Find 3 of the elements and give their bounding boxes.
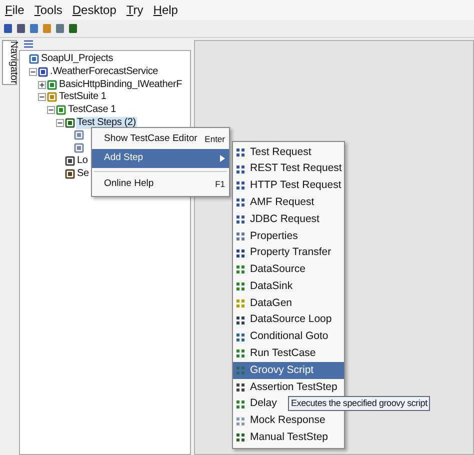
shortcut-label: F1 [215, 178, 225, 191]
shortcut-label: Enter [204, 133, 225, 146]
tooltip: Executes the specified groovy script [288, 396, 430, 411]
